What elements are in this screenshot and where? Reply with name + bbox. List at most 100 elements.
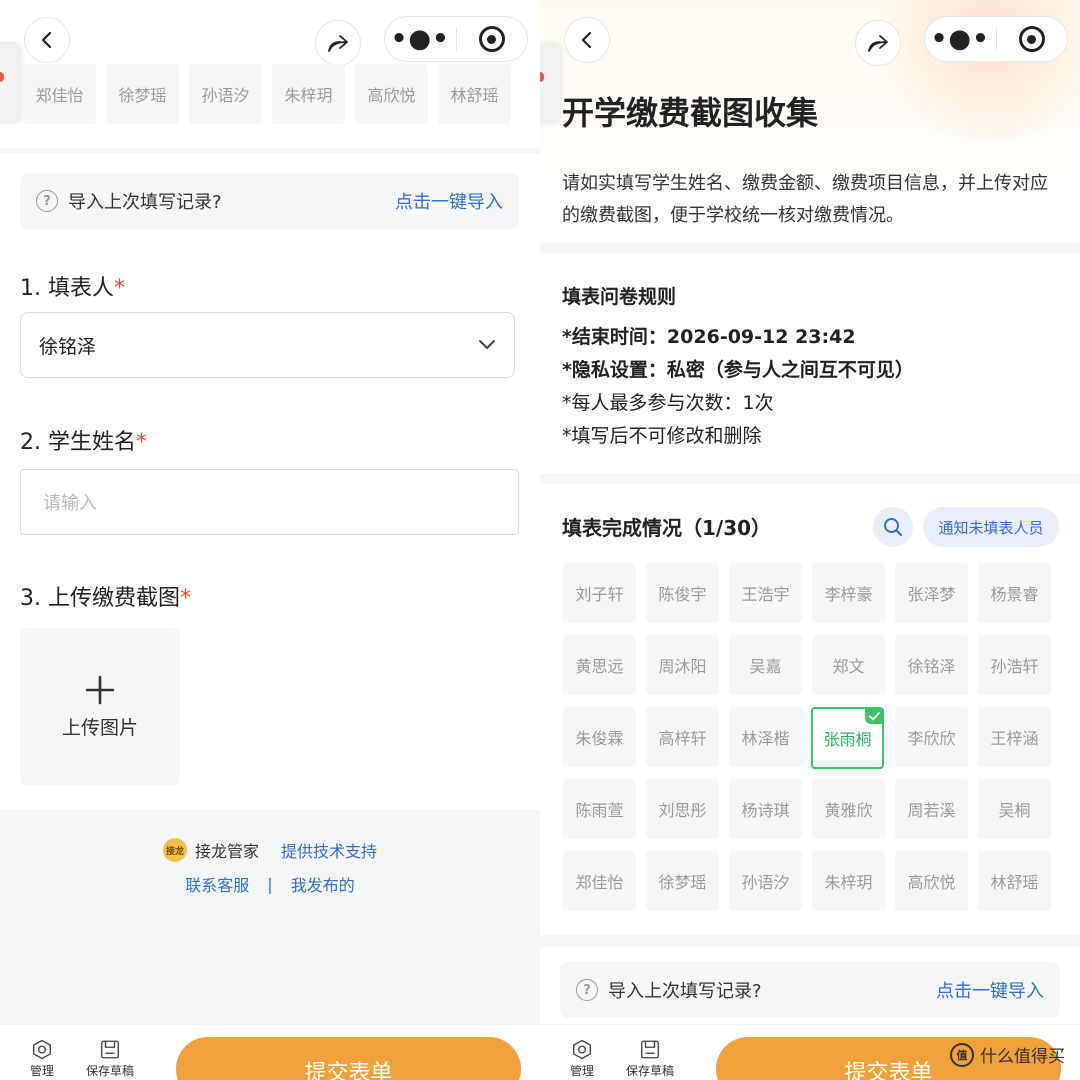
participant-name: 杨诗琪: [741, 801, 790, 820]
import-bar: ? 导入上次填写记录? 点击一键导入: [20, 173, 519, 229]
participant-name: 徐梦瑶: [658, 873, 707, 892]
participant-chip: 刘思彤: [646, 779, 719, 839]
participant-chip: 杨诗琪: [729, 779, 802, 839]
import-link[interactable]: 点击一键导入: [936, 977, 1044, 1003]
save-icon: [101, 1040, 119, 1059]
participant-name: 李欣欣: [907, 729, 956, 748]
participant-chip: 周沐阳: [646, 635, 719, 695]
participant-chip: 朱俊霖: [563, 707, 636, 767]
participant-name: 陈雨萱: [575, 801, 624, 820]
rule-privacy: *隐私设置：私密（参与人之间互不可见）: [562, 359, 914, 381]
chevron-left-icon: [581, 31, 592, 49]
upload-image-label: 上传图片: [61, 716, 138, 739]
manage-button[interactable]: 管理: [562, 1039, 602, 1079]
participant-chip: 郑佳怡: [563, 851, 636, 911]
link-separator: |: [267, 874, 273, 894]
notify-unfilled-button[interactable]: 通知未填表人员: [923, 507, 1059, 547]
check-icon: [865, 708, 883, 724]
close-mini-program-button[interactable]: [457, 17, 528, 61]
more-button[interactable]: •●•: [385, 17, 456, 61]
close-mini-program-button[interactable]: [997, 17, 1068, 61]
name-chip: 郑佳怡: [23, 64, 96, 124]
participant-name: 林泽楷: [741, 729, 790, 748]
participant-chip: 孙浩轩: [978, 635, 1051, 695]
upload-image-button[interactable]: 上传图片: [20, 628, 180, 786]
participant-name: 郑文: [832, 657, 865, 676]
participant-name: 吴嘉: [749, 657, 782, 676]
tech-support-link[interactable]: 提供技术支持: [281, 838, 377, 862]
back-button[interactable]: [24, 17, 70, 63]
participant-name: 黄雅欣: [824, 801, 873, 820]
participant-chip: 黄雅欣: [812, 779, 885, 839]
import-link[interactable]: 点击一键导入: [395, 188, 503, 214]
manage-label: 管理: [569, 1064, 594, 1078]
name-chip: 林舒瑶: [438, 64, 511, 124]
watermark: 值 什么值得买: [950, 1042, 1065, 1067]
participant-name: 徐铭泽: [907, 657, 956, 676]
participant-name: 孙语汐: [741, 873, 790, 892]
participant-chip: 王梓涵: [978, 707, 1051, 767]
mini-program-capsule: •●•: [924, 16, 1068, 62]
jielong-logo-icon: 接龙: [162, 838, 187, 862]
manage-label: 管理: [29, 1064, 54, 1078]
participant-chip: 陈俊宇: [646, 563, 719, 623]
share-icon: [868, 35, 888, 52]
target-icon: [1018, 26, 1045, 52]
question-2-label: 2. 学生姓名*: [20, 424, 147, 456]
participant-chip: 周若溪: [895, 779, 968, 839]
participant-name: 刘思彤: [658, 801, 707, 820]
rule-max-attempts: *每人最多参与次数：1次: [562, 392, 774, 414]
participant-name: 孙浩轩: [990, 657, 1039, 676]
participant-name: 张雨桐: [823, 730, 872, 749]
question-2-text: 2. 学生姓名: [20, 430, 136, 455]
save-draft-button[interactable]: 保存草稿: [626, 1039, 674, 1079]
save-draft-button[interactable]: 保存草稿: [86, 1039, 134, 1079]
participant-chip: 黄思远: [563, 635, 636, 695]
participant-name: 陈俊宇: [658, 585, 707, 604]
rule-no-edit: *填写后不可修改和删除: [562, 425, 762, 447]
participant-chip: 徐梦瑶: [646, 851, 719, 911]
target-icon: [478, 26, 505, 52]
more-dots-icon: •●•: [390, 24, 450, 54]
plus-icon: [85, 675, 115, 704]
contact-service-link[interactable]: 联系客服: [185, 872, 249, 896]
student-name-input[interactable]: 请输入: [20, 469, 519, 535]
side-floating-tab[interactable]: [0, 42, 22, 124]
form-description: 请如实填写学生姓名、缴费金额、缴费项目信息，并上传对应的缴费截图，便于学校统一核…: [562, 173, 1048, 226]
share-button[interactable]: [315, 20, 361, 66]
required-mark: *: [179, 586, 191, 611]
rules-title: 填表问卷规则: [562, 286, 677, 308]
participant-name: 张泽梦: [907, 585, 956, 604]
question-icon: ?: [576, 979, 598, 1001]
import-text: 导入上次填写记录?: [68, 192, 222, 213]
question-1-label: 1. 填表人*: [20, 270, 125, 302]
participant-name: 郑佳怡: [575, 873, 624, 892]
share-button[interactable]: [855, 20, 901, 66]
section-divider: [540, 243, 1080, 253]
participant-chip: 吴桐: [978, 779, 1051, 839]
participant-chip: 徐铭泽: [895, 635, 968, 695]
completion-title: 填表完成情况（1/30）: [562, 516, 772, 540]
question-icon: ?: [36, 190, 58, 212]
right-screen: •●• 开学缴费截图收集 请如实填写学生姓名、缴费金额、缴费项目信息，并上传对应…: [540, 0, 1080, 1080]
participant-chip: 朱梓玥: [812, 851, 885, 911]
participant-name: 高欣悦: [907, 873, 956, 892]
participant-chip: 吴嘉: [729, 635, 802, 695]
student-name-placeholder: 请输入: [43, 493, 97, 514]
filler-select[interactable]: 徐铭泽: [20, 312, 515, 378]
back-button[interactable]: [564, 17, 610, 63]
save-draft-label: 保存草稿: [86, 1064, 135, 1078]
side-floating-tab[interactable]: [540, 42, 562, 124]
search-button[interactable]: [873, 507, 913, 547]
import-text: 导入上次填写记录?: [608, 981, 762, 1002]
smzdm-logo-icon: 值: [950, 1042, 974, 1067]
chevron-left-icon: [41, 31, 52, 49]
participant-chip: 郑文: [812, 635, 885, 695]
participant-name: 高梓轩: [658, 729, 707, 748]
more-button[interactable]: •●•: [925, 17, 996, 61]
my-published-link[interactable]: 我发布的: [291, 872, 355, 896]
import-bar: ? 导入上次填写记录? 点击一键导入: [560, 962, 1060, 1018]
participant-chip: 张泽梦: [895, 563, 968, 623]
manage-button[interactable]: 管理: [22, 1039, 62, 1079]
submit-button[interactable]: 提交表单: [176, 1037, 521, 1080]
